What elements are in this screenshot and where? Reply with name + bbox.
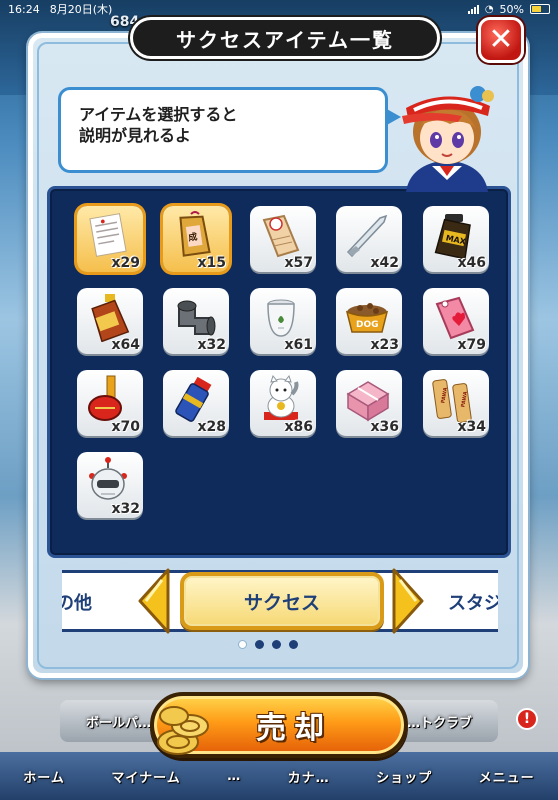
guide-character [402, 86, 494, 192]
lucky-cat-icon [264, 374, 299, 420]
drink-bottle-icon: MAX [434, 214, 471, 260]
item-count: x61 [284, 337, 313, 353]
hint-line-2: 説明が見れるよ [79, 126, 192, 145]
category-current[interactable]: サクセス [180, 572, 384, 630]
hint-line-1: アイテムを選択すると [79, 105, 238, 124]
item-grid-panel: ● x29 成 x15 x57 x42 MAX x46 x64 x32 x61 … [47, 186, 511, 558]
battery-percent: 50% [499, 2, 524, 16]
nav-shop[interactable]: ショップ [376, 767, 432, 786]
modal-title: サクセスアイテム一覧 [176, 27, 394, 52]
status-date: 8月20日(木) [49, 3, 113, 16]
sub-menu-right: …トクラブ [406, 715, 472, 731]
sub-menu-left: ボールパ… [86, 715, 152, 731]
wifi-icon: ◔ [484, 3, 494, 15]
item-dog-food[interactable]: DOG x23 [336, 288, 402, 354]
item-count: x42 [370, 255, 399, 271]
svg-text:DOG: DOG [356, 320, 379, 330]
page-indicator [238, 640, 298, 649]
item-count: x29 [111, 255, 140, 271]
category-right-arrow-icon[interactable] [390, 568, 426, 634]
item-robot-head[interactable]: x32 [77, 452, 143, 518]
toy-hammer-icon [88, 375, 122, 421]
item-count: x32 [197, 337, 226, 353]
item-spray-can[interactable]: x28 [163, 370, 229, 436]
item-max-drink[interactable]: MAX x46 [423, 206, 489, 272]
charm-icon: 成 [179, 211, 211, 257]
item-count: x86 [284, 419, 313, 435]
item-count: x46 [457, 255, 486, 271]
item-count: x79 [457, 337, 486, 353]
robot-head-icon [89, 457, 127, 500]
item-pawa-bars[interactable]: PAWA PAWA x34 [423, 370, 489, 436]
category-next-label[interactable]: スタジ [448, 589, 498, 615]
pipe-icon [177, 300, 216, 336]
tonic-bottle-icon [91, 294, 130, 342]
item-count: x28 [197, 419, 226, 435]
status-time: 16:24 [8, 2, 40, 16]
knife-icon [346, 211, 389, 258]
category-prev-label[interactable]: の他 [62, 589, 92, 615]
page-dot[interactable] [272, 640, 281, 649]
gift-box-icon [346, 381, 390, 422]
nav-home[interactable]: ホーム [23, 767, 65, 786]
energy-bar-icon: PAWA PAWA [432, 379, 472, 423]
item-count: x23 [370, 337, 399, 353]
page-dot[interactable] [255, 640, 264, 649]
item-count: x70 [111, 419, 140, 435]
page-dot[interactable] [289, 640, 298, 649]
item-success-charm[interactable]: 成 x15 [163, 206, 229, 272]
category-left-arrow-icon[interactable] [136, 568, 172, 634]
item-count: x32 [111, 501, 140, 517]
sell-button[interactable]: 売却 [150, 692, 408, 758]
item-knife[interactable]: x42 [336, 206, 402, 272]
battery-icon [530, 4, 550, 14]
item-count: x57 [284, 255, 313, 271]
item-pipe-joint[interactable]: x32 [163, 288, 229, 354]
item-count: x15 [197, 255, 226, 271]
item-count: x36 [370, 419, 399, 435]
item-heart-tag[interactable]: x79 [423, 288, 489, 354]
hint-bubble: アイテムを選択すると 説明が見れるよ [58, 87, 401, 173]
item-red-toy[interactable]: x70 [77, 370, 143, 436]
sell-button-label: 売却 [256, 711, 332, 746]
item-document[interactable]: ● x29 [77, 206, 143, 272]
item-aroma-pot[interactable]: x61 [250, 288, 316, 354]
category-current-label: サクセス [243, 591, 320, 614]
nav-minor[interactable]: マイナーム [111, 767, 180, 786]
coins-icon [157, 706, 209, 755]
dog-bowl-icon: DOG [345, 303, 389, 333]
item-lucky-cat[interactable]: x86 [250, 370, 316, 436]
item-count: x34 [457, 419, 486, 435]
item-count: x64 [111, 337, 140, 353]
item-tonic-bottle[interactable]: x64 [77, 288, 143, 354]
document-icon: ● [89, 213, 127, 257]
status-bar: 16:24 8月20日(木) ◔ 50% [0, 0, 558, 18]
modal-title-plate: サクセスアイテム一覧 [130, 17, 440, 59]
item-gift-box[interactable]: x36 [336, 370, 402, 436]
nav-menu[interactable]: メニュー [479, 767, 535, 786]
baseball-tag-icon [262, 214, 300, 258]
nav-item-4[interactable]: カナ… [288, 767, 330, 786]
notification-badge: ! [516, 708, 538, 730]
heart-tag-icon [435, 296, 475, 340]
close-button[interactable]: ✕ [478, 17, 524, 63]
aroma-pot-icon [267, 299, 295, 337]
signal-icon [467, 4, 479, 14]
nav-item-3[interactable]: … [227, 769, 241, 784]
bottom-nav: ホーム マイナーム … カナ… ショップ メニュー [0, 752, 558, 800]
spray-can-icon [175, 376, 212, 422]
item-baseball-tag[interactable]: x57 [250, 206, 316, 272]
page-dot[interactable] [238, 640, 247, 649]
